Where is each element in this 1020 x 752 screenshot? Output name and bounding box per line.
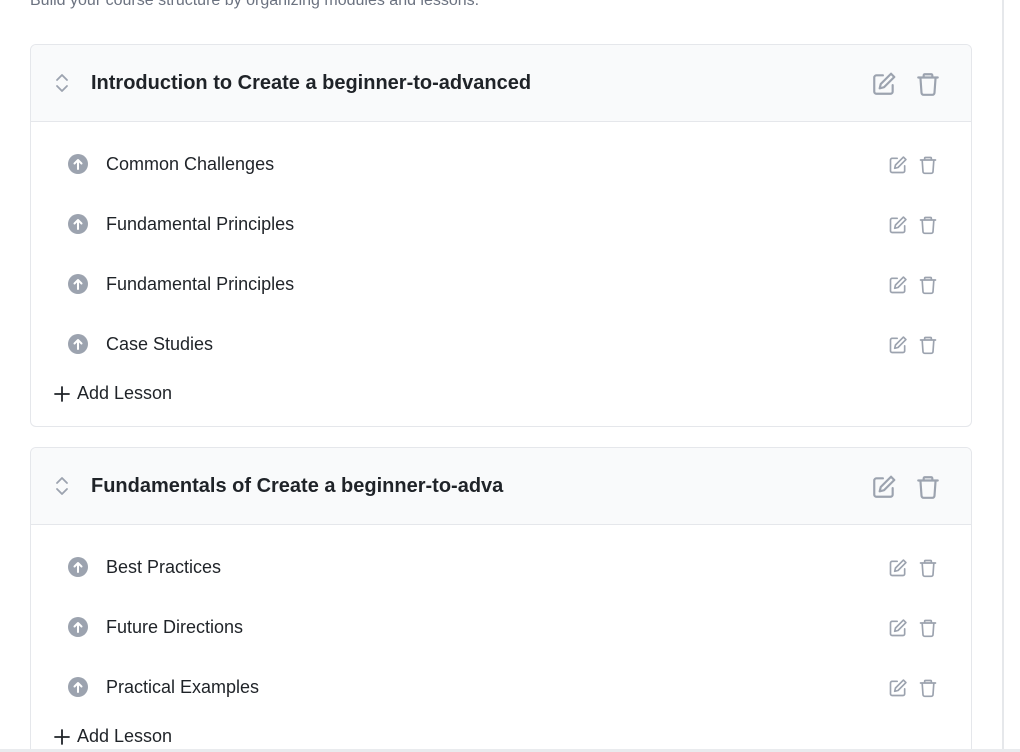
arrow-up-circle-icon[interactable] xyxy=(68,617,88,637)
lesson-actions xyxy=(883,153,943,177)
arrow-up-circle-icon[interactable] xyxy=(68,557,88,577)
lesson-item: Fundamental Principles xyxy=(31,203,971,263)
edit-icon[interactable] xyxy=(883,213,913,237)
lesson-title: Fundamental Principles xyxy=(106,274,295,294)
edit-icon[interactable] xyxy=(883,616,913,640)
plus-icon xyxy=(53,385,71,403)
edit-icon[interactable] xyxy=(883,153,913,177)
lesson-title: Common Challenges xyxy=(106,154,275,174)
lesson-item: Future Directions xyxy=(31,606,971,666)
lesson-actions xyxy=(883,333,943,357)
trash-icon[interactable] xyxy=(913,333,943,357)
plus-icon xyxy=(53,728,71,746)
edit-icon[interactable] xyxy=(867,70,901,98)
module-title: Introduction to Create a beginner-to-adv… xyxy=(91,72,532,94)
lesson-title: Best Practices xyxy=(106,557,222,577)
lesson-actions xyxy=(883,273,943,297)
add-lesson-label: Add Lesson xyxy=(77,383,173,403)
edit-icon[interactable] xyxy=(883,556,913,580)
lesson-list: Common Challenges Fundamental Principles xyxy=(31,122,971,403)
lesson-title: Case Studies xyxy=(106,334,214,354)
module-card: Introduction to Create a beginner-to-adv… xyxy=(30,44,972,427)
module-header: Fundamentals of Create a beginner-to-adv… xyxy=(31,448,971,525)
arrow-up-circle-icon[interactable] xyxy=(68,274,88,294)
arrow-up-circle-icon[interactable] xyxy=(68,214,88,234)
lesson-list: Best Practices Future Directions Practic… xyxy=(31,525,971,746)
add-lesson-button[interactable]: Add Lesson xyxy=(53,726,172,747)
drag-handle-icon[interactable] xyxy=(54,475,70,497)
page-subtitle: Build your course structure by organizin… xyxy=(30,0,480,9)
module-header: Introduction to Create a beginner-to-adv… xyxy=(31,45,971,122)
lesson-title: Practical Examples xyxy=(106,677,260,697)
module-card: Fundamentals of Create a beginner-to-adv… xyxy=(30,447,972,752)
arrow-up-circle-icon[interactable] xyxy=(68,154,88,174)
lesson-item: Common Challenges xyxy=(31,143,971,203)
trash-icon[interactable] xyxy=(911,70,945,98)
scrollbar-track[interactable] xyxy=(1002,0,1004,752)
arrow-up-circle-icon[interactable] xyxy=(68,334,88,354)
trash-icon[interactable] xyxy=(913,213,943,237)
lesson-title: Future Directions xyxy=(106,617,244,637)
edit-icon[interactable] xyxy=(883,676,913,700)
edit-icon[interactable] xyxy=(883,273,913,297)
module-actions xyxy=(867,70,945,98)
lesson-item: Case Studies xyxy=(31,323,971,383)
course-builder-page: Build your course structure by organizin… xyxy=(0,0,1002,752)
lesson-actions xyxy=(883,213,943,237)
trash-icon[interactable] xyxy=(913,153,943,177)
trash-icon[interactable] xyxy=(913,676,943,700)
arrow-up-circle-icon[interactable] xyxy=(68,677,88,697)
lesson-actions xyxy=(883,616,943,640)
module-title: Fundamentals of Create a beginner-to-adv… xyxy=(91,475,504,497)
lesson-actions xyxy=(883,556,943,580)
lesson-item: Fundamental Principles xyxy=(31,263,971,323)
lesson-item: Practical Examples xyxy=(31,666,971,726)
add-lesson-button[interactable]: Add Lesson xyxy=(53,383,172,404)
lesson-title: Fundamental Principles xyxy=(106,214,295,234)
trash-icon[interactable] xyxy=(913,616,943,640)
module-actions xyxy=(867,473,945,501)
trash-icon[interactable] xyxy=(913,556,943,580)
edit-icon[interactable] xyxy=(883,333,913,357)
lesson-actions xyxy=(883,676,943,700)
trash-icon[interactable] xyxy=(913,273,943,297)
add-lesson-label: Add Lesson xyxy=(77,726,173,746)
trash-icon[interactable] xyxy=(911,473,945,501)
lesson-item: Best Practices xyxy=(31,546,971,606)
edit-icon[interactable] xyxy=(867,473,901,501)
drag-handle-icon[interactable] xyxy=(54,72,70,94)
